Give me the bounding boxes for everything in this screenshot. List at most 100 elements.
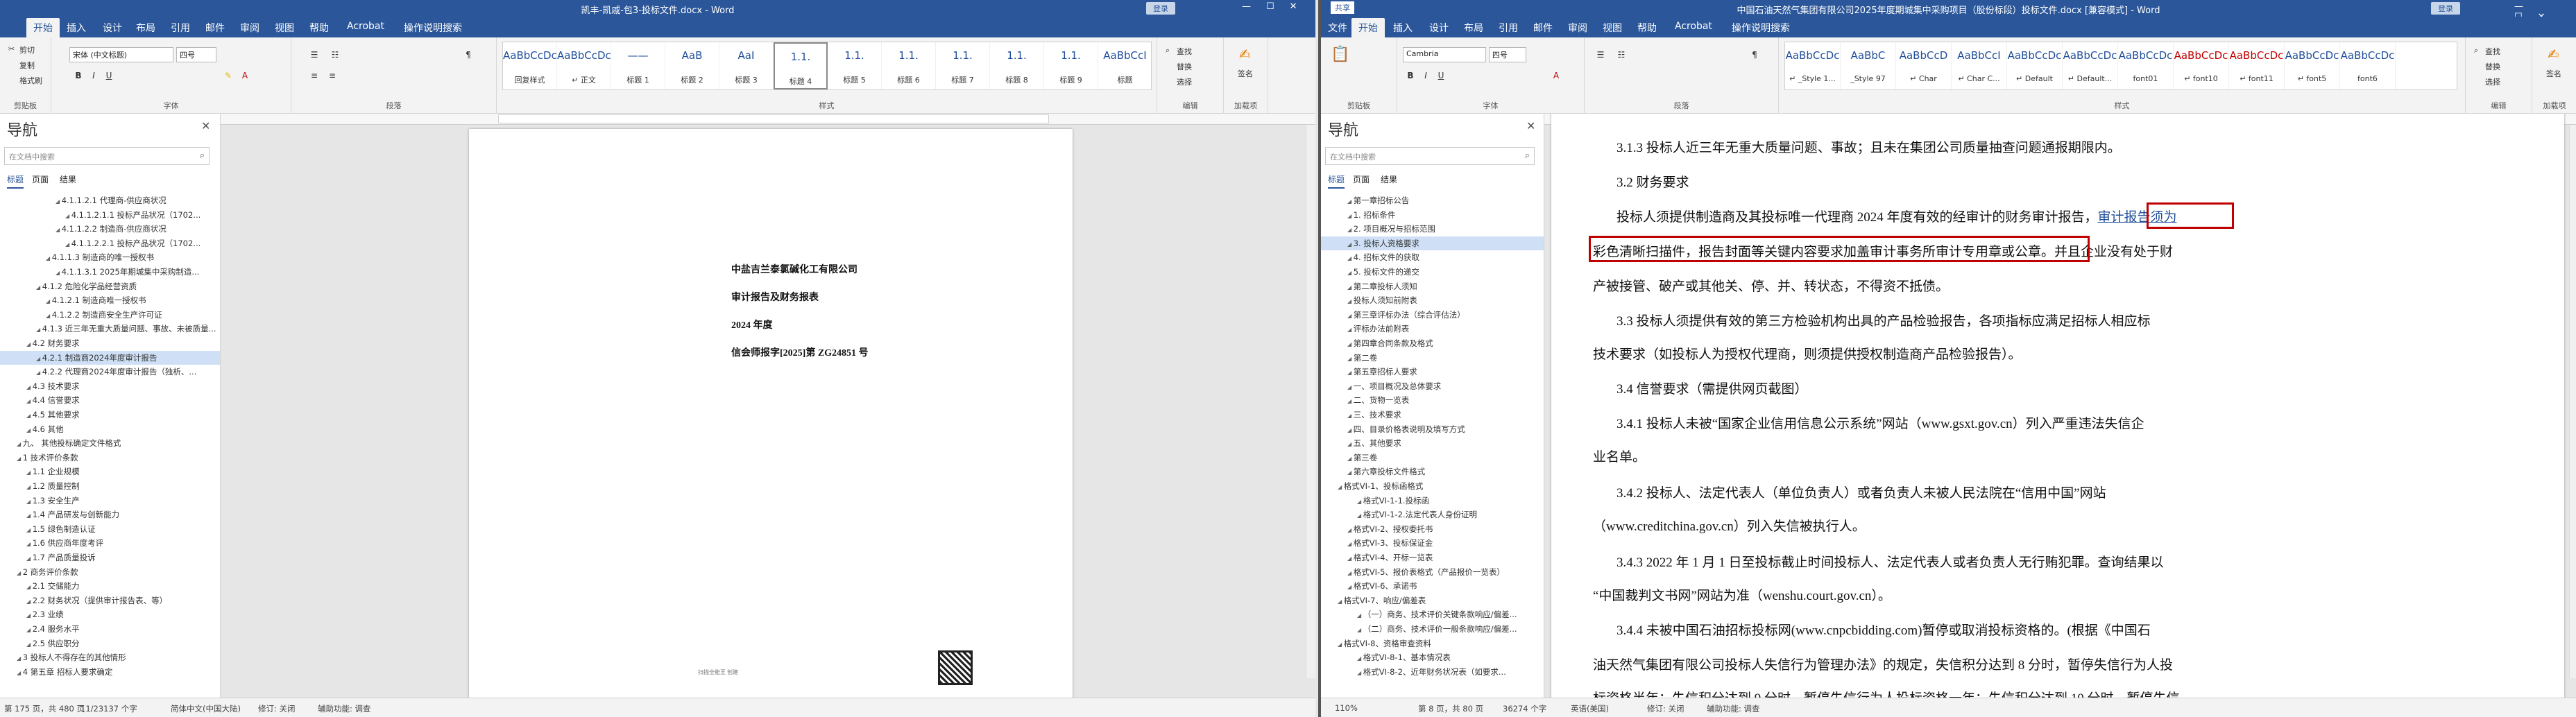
nav-close-icon[interactable]: ✕ bbox=[1526, 119, 1535, 132]
nav-heading-item[interactable]: ◢ 第三章评标办法（综合评估法） bbox=[1321, 308, 1544, 322]
style-item[interactable]: 1.1. 标题 5 bbox=[828, 42, 882, 89]
nav-heading-item[interactable]: ◢ 4.3 技术要求 bbox=[0, 379, 220, 393]
tab-help[interactable]: 帮助 bbox=[1637, 21, 1657, 35]
nav-heading-item[interactable]: ◢ 格式VI-1、投标函格式 bbox=[1321, 479, 1544, 493]
align-left-button[interactable]: ≡ bbox=[308, 69, 321, 82]
expand-arrow-icon[interactable]: ◢ bbox=[1338, 641, 1344, 648]
nav-heading-item[interactable]: ◢ 1 技术评价条款 bbox=[0, 451, 220, 465]
nav-heading-item[interactable]: ◢ 第二卷 bbox=[1321, 351, 1544, 365]
tell-me-search[interactable]: 操作说明搜索 bbox=[1732, 21, 1790, 35]
zoom-level[interactable]: 110% bbox=[1335, 703, 1358, 713]
expand-arrow-icon[interactable]: ◢ bbox=[1347, 441, 1354, 447]
expand-arrow-icon[interactable]: ◢ bbox=[1347, 570, 1354, 576]
tab-view[interactable]: 视图 bbox=[275, 21, 294, 35]
style-item[interactable]: AaBbCcDc 回复样式 bbox=[503, 42, 557, 89]
nav-tab-headings[interactable]: 标题 bbox=[7, 173, 24, 189]
word-count[interactable]: 11/23137 个字 bbox=[80, 703, 137, 714]
expand-arrow-icon[interactable]: ◢ bbox=[26, 627, 33, 633]
nav-heading-item[interactable]: ◢ 格式VI-1-1.投标函 bbox=[1321, 494, 1544, 508]
sign-icon[interactable]: ✍ bbox=[2548, 46, 2559, 62]
style-item[interactable]: AaBbCcI 标题 bbox=[1098, 42, 1151, 89]
bullets-button[interactable]: ☰ bbox=[1594, 49, 1607, 61]
italic-button[interactable]: I bbox=[1419, 69, 1432, 82]
style-item[interactable]: AaBbCcDc ↵ Default bbox=[2007, 42, 2063, 89]
nav-heading-item[interactable]: ◢ 第四章合同条款及格式 bbox=[1321, 336, 1544, 350]
expand-arrow-icon[interactable]: ◢ bbox=[1347, 341, 1354, 347]
expand-arrow-icon[interactable]: ◢ bbox=[26, 384, 33, 390]
expand-arrow-icon[interactable]: ◢ bbox=[65, 241, 71, 248]
nav-heading-item[interactable]: ◢ 4.1.1.3.1 2025年期城集中采购制造... bbox=[0, 265, 220, 279]
show-marks-button[interactable]: ¶ bbox=[1748, 49, 1761, 61]
expand-arrow-icon[interactable]: ◢ bbox=[1347, 255, 1354, 261]
style-item[interactable]: AaB 标题 2 bbox=[665, 42, 719, 89]
nav-heading-item[interactable]: ◢ 1. 招标条件 bbox=[1321, 208, 1544, 222]
style-item[interactable]: AaBbCcDc ↵ 正文 bbox=[557, 42, 611, 89]
tell-me-search[interactable]: 操作说明搜索 bbox=[404, 21, 462, 35]
expand-arrow-icon[interactable]: ◢ bbox=[56, 198, 62, 205]
nav-heading-item[interactable]: ◢ 2.2 财务状况（提供审计报告表、等） bbox=[0, 594, 220, 607]
expand-arrow-icon[interactable]: ◢ bbox=[26, 427, 33, 433]
nav-heading-item[interactable]: ◢ 格式VI-8-2、近年财务状况表（如要求... bbox=[1321, 665, 1544, 679]
expand-arrow-icon[interactable]: ◢ bbox=[26, 413, 33, 419]
styles-gallery[interactable]: AaBbCcDc 回复样式 AaBbCcDc ↵ 正文 —— 标题 1 AaB 标题 2… bbox=[502, 42, 1152, 90]
expand-arrow-icon[interactable]: ◢ bbox=[1357, 670, 1363, 676]
tab-layout[interactable]: 布局 bbox=[136, 21, 155, 35]
expand-arrow-icon[interactable]: ◢ bbox=[1347, 198, 1354, 205]
expand-arrow-icon[interactable]: ◢ bbox=[1347, 555, 1354, 562]
style-item[interactable]: AaBbCcDc ↵ font10 bbox=[2174, 42, 2229, 89]
font-size-box[interactable]: 四号 bbox=[176, 47, 216, 62]
format-painter-button[interactable]: 格式刷 bbox=[19, 75, 42, 86]
paste-icon[interactable]: 📋 bbox=[1331, 46, 1349, 63]
expand-arrow-icon[interactable]: ◢ bbox=[1357, 612, 1363, 619]
style-item[interactable]: AaI 标题 3 bbox=[719, 42, 774, 89]
nav-heading-item[interactable]: ◢ 3. 投标人资格要求 bbox=[1321, 236, 1544, 250]
expand-arrow-icon[interactable]: ◢ bbox=[1347, 584, 1354, 590]
nav-tab-pages[interactable]: 页面 bbox=[32, 173, 49, 185]
nav-search-input[interactable]: 在文档中搜索 ⌕ bbox=[1325, 147, 1535, 165]
nav-heading-item[interactable]: ◢ 4.1.2.1 制造商唯一授权书 bbox=[0, 293, 220, 307]
sign-icon[interactable]: ✍ bbox=[1239, 46, 1251, 62]
expand-arrow-icon[interactable]: ◢ bbox=[36, 284, 42, 291]
style-item[interactable]: —— 标题 1 bbox=[611, 42, 665, 89]
nav-heading-item[interactable]: ◢ 第六章投标文件格式 bbox=[1321, 465, 1544, 478]
nav-heading-item[interactable]: ◢ 格式VI-6、承诺书 bbox=[1321, 579, 1544, 593]
expand-arrow-icon[interactable]: ◢ bbox=[26, 541, 33, 547]
vertical-scrollbar[interactable] bbox=[2569, 125, 2576, 678]
expand-arrow-icon[interactable]: ◢ bbox=[36, 327, 42, 333]
window-controls[interactable]: —☐✕ bbox=[1242, 1, 1313, 12]
tab-acrobat[interactable]: Acrobat bbox=[1675, 21, 1712, 32]
expand-arrow-icon[interactable]: ◢ bbox=[26, 512, 33, 519]
nav-heading-item[interactable]: ◢ 二、货物一览表 bbox=[1321, 393, 1544, 407]
tab-home[interactable]: 开始 bbox=[26, 18, 60, 39]
expand-arrow-icon[interactable]: ◢ bbox=[26, 584, 33, 590]
nav-heading-item[interactable]: ◢ 4.6 其他 bbox=[0, 422, 220, 436]
expand-arrow-icon[interactable]: ◢ bbox=[1357, 512, 1363, 519]
nav-heading-item[interactable]: ◢ 2.5 供应职分 bbox=[0, 637, 220, 650]
expand-arrow-icon[interactable]: ◢ bbox=[1357, 655, 1363, 662]
expand-arrow-icon[interactable]: ◢ bbox=[17, 655, 23, 662]
login-button[interactable]: 登录 bbox=[2431, 2, 2460, 15]
copy-button[interactable]: 复制 bbox=[19, 60, 35, 71]
track-changes-indicator[interactable]: 修订: 关闭 bbox=[1647, 703, 1684, 714]
track-changes-indicator[interactable]: 修订: 关闭 bbox=[258, 703, 296, 714]
nav-close-icon[interactable]: ✕ bbox=[201, 119, 210, 132]
nav-heading-item[interactable]: ◢ 第三卷 bbox=[1321, 451, 1544, 465]
nav-heading-item[interactable]: ◢ （二）商务、技术评价一般条款响应/偏差... bbox=[1321, 622, 1544, 636]
nav-heading-item[interactable]: ◢ 三、技术要求 bbox=[1321, 408, 1544, 422]
accessibility-indicator[interactable]: 辅助功能: 调查 bbox=[318, 703, 371, 714]
nav-heading-item[interactable]: ◢ 评标办法前附表 bbox=[1321, 322, 1544, 336]
expand-arrow-icon[interactable]: ◢ bbox=[1347, 227, 1354, 233]
bold-button[interactable]: B bbox=[72, 69, 85, 82]
tab-help[interactable]: 帮助 bbox=[309, 21, 329, 35]
underline-button[interactable]: U bbox=[1435, 69, 1447, 82]
tab-acrobat[interactable]: Acrobat bbox=[347, 21, 384, 32]
nav-heading-item[interactable]: ◢ 1.4 产品研发与创新能力 bbox=[0, 508, 220, 521]
expand-arrow-icon[interactable]: ◢ bbox=[1347, 298, 1354, 304]
expand-arrow-icon[interactable]: ◢ bbox=[1347, 270, 1354, 276]
nav-heading-item[interactable]: ◢ 四、目录价格表说明及填写方式 bbox=[1321, 422, 1544, 436]
font-color-button[interactable]: A bbox=[1550, 69, 1562, 82]
nav-heading-item[interactable]: ◢ 1.2 质量控制 bbox=[0, 479, 220, 493]
expand-arrow-icon[interactable]: ◢ bbox=[56, 270, 62, 276]
page-count[interactable]: 第 8 页，共 80 页 bbox=[1418, 703, 1483, 714]
tab-design[interactable]: 设计 bbox=[103, 21, 122, 35]
